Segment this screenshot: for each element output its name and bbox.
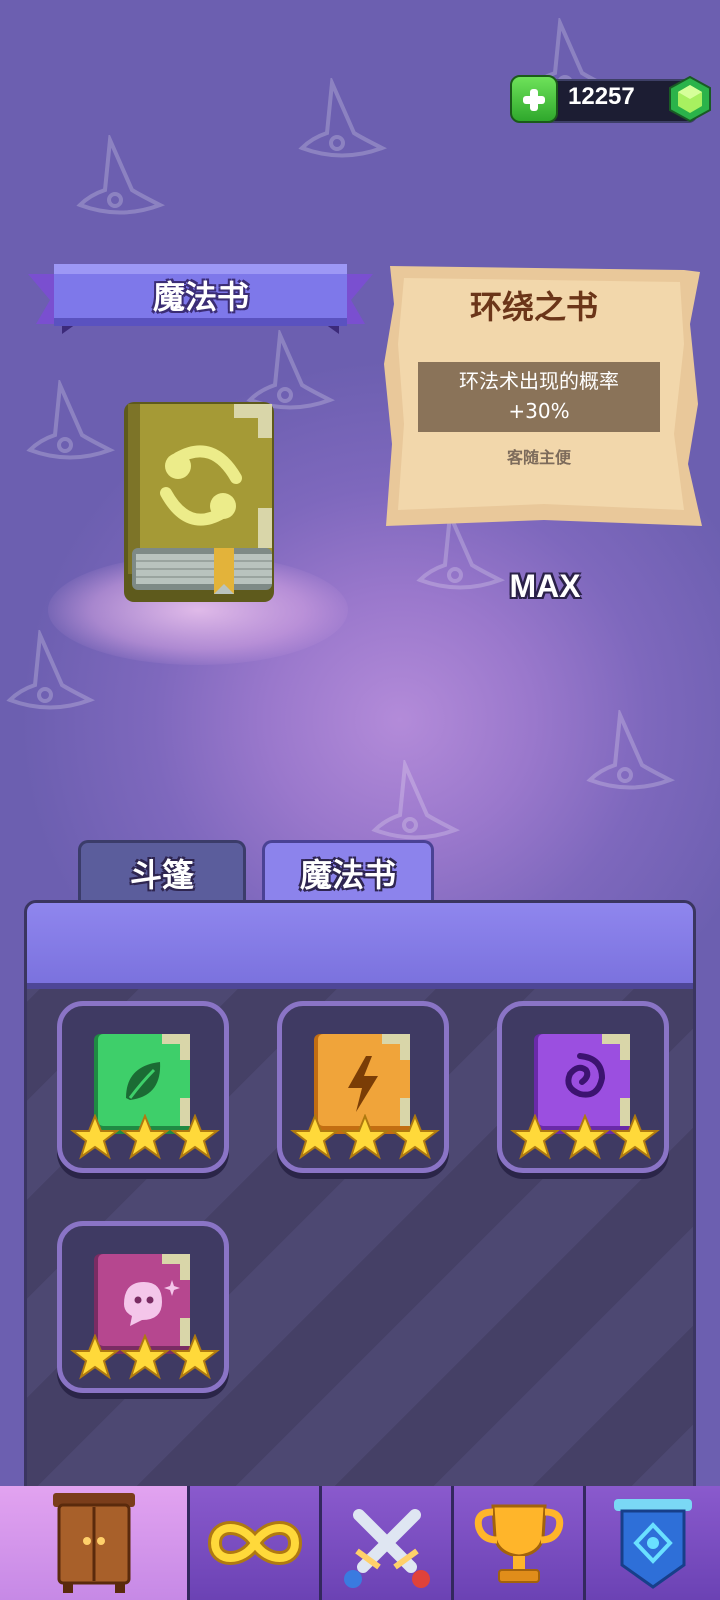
book-slot-leaf[interactable] <box>57 1001 229 1173</box>
blue-banner-icon <box>614 1499 692 1589</box>
inventory-panel <box>24 900 696 1490</box>
item-description-line2: +30% <box>508 399 570 423</box>
item-description-box: 环法术出现的概率 +30% <box>418 362 660 432</box>
item-subtitle: 客随主便 <box>506 448 571 467</box>
trophy-icon <box>474 1504 563 1583</box>
green-gem-icon <box>669 75 711 123</box>
infinity-icon <box>207 1521 302 1565</box>
crossed-swords-icon <box>343 1509 430 1588</box>
nav-trophy[interactable] <box>454 1486 586 1600</box>
currency-counter: 12257 <box>510 75 711 123</box>
wizard-hat-icon <box>26 380 115 460</box>
wizard-hat-icon <box>76 135 165 215</box>
panel-header <box>27 903 693 989</box>
three-star-rating-icon <box>70 1114 220 1160</box>
book-slot-swirl[interactable] <box>497 1001 669 1173</box>
tab-spellbook[interactable]: 魔法书 <box>262 840 434 902</box>
plus-icon[interactable] <box>510 75 558 123</box>
book-slot-lightning[interactable] <box>277 1001 449 1173</box>
three-star-rating-icon <box>70 1334 220 1380</box>
book-slot-ghost[interactable] <box>57 1221 229 1393</box>
nav-infinity[interactable] <box>190 1486 322 1600</box>
wizard-hat-icon <box>586 710 675 790</box>
wardrobe-icon <box>52 1493 135 1593</box>
item-description-line1: 环法术出现的概率 <box>459 369 619 393</box>
three-star-rating-icon <box>290 1114 440 1160</box>
bottom-navigation <box>0 1486 720 1600</box>
item-info-card: 环绕之书 环法术出现的概率 +30% 客随主便 <box>384 264 704 534</box>
wizard-hat-icon <box>371 760 460 840</box>
section-banner: 魔法书 <box>28 262 373 344</box>
item-title: 环绕之书 <box>469 288 598 326</box>
currency-amount: 12257 <box>568 83 635 110</box>
nav-banner[interactable] <box>586 1486 720 1600</box>
nav-battle[interactable] <box>322 1486 454 1600</box>
green-loop-spellbook-icon <box>124 402 274 602</box>
tab-cloak[interactable]: 斗篷 <box>78 840 246 902</box>
wizard-hat-icon <box>298 78 387 158</box>
three-star-rating-icon <box>510 1114 660 1160</box>
banner-title: 魔法书 <box>152 278 249 316</box>
level-label: MAX <box>509 568 581 604</box>
nav-wardrobe[interactable] <box>0 1486 190 1600</box>
